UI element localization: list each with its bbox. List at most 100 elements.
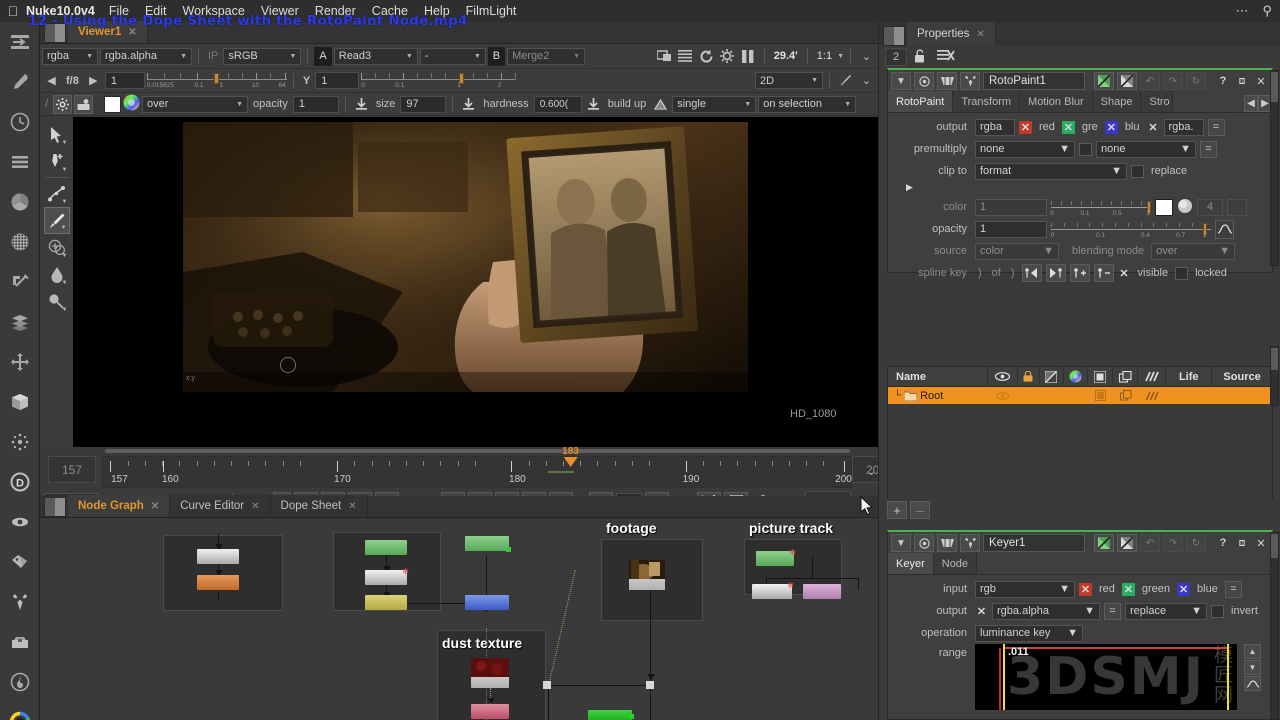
node-blue-1[interactable] xyxy=(465,595,509,610)
size-anim-icon[interactable] xyxy=(352,95,371,114)
chevron-down-icon[interactable]: ▼ xyxy=(837,53,844,60)
wipe-layout-icon[interactable] xyxy=(655,47,674,66)
keyer-input-expression-button[interactable]: = xyxy=(1224,580,1242,598)
properties-scrollbar-mid[interactable] xyxy=(1270,346,1279,406)
row-motionblur-toggle[interactable] xyxy=(1138,391,1166,401)
mask-icon-2[interactable] xyxy=(937,534,957,552)
paint-hardness-field[interactable]: 0.600( xyxy=(533,95,582,113)
opacity-animation-curve-icon[interactable] xyxy=(1215,219,1234,239)
tab-keyer[interactable]: Keyer xyxy=(888,553,934,574)
hardness-anim-icon[interactable] xyxy=(459,95,478,114)
particles-icon[interactable] xyxy=(0,422,40,462)
close-icon[interactable]: ✕ xyxy=(151,501,159,512)
brush-settings-icon[interactable] xyxy=(836,71,855,90)
premultiply-checkbox[interactable] xyxy=(1079,142,1092,156)
clipto-select[interactable]: format ▼ xyxy=(975,162,1127,180)
node-green-3[interactable]: ✻ xyxy=(756,548,796,566)
close-icon[interactable]: ✕ xyxy=(348,501,356,512)
view-mode-select[interactable]: 2D ▼ xyxy=(755,72,823,89)
alpha-channel-checkbox[interactable]: ✕ xyxy=(1147,121,1160,134)
input-mid-select[interactable]: - ▼ xyxy=(419,47,486,65)
timeline-ruler[interactable]: 157 160 170 180 190 200 183 xyxy=(102,446,852,488)
deep-d-icon[interactable]: D xyxy=(0,462,40,502)
wrench-icon[interactable] xyxy=(960,72,980,90)
premultiply-expression-button[interactable]: = xyxy=(1200,140,1217,158)
lines-layout-icon[interactable] xyxy=(676,47,695,66)
apply-to-select[interactable]: on selection ▼ xyxy=(758,95,857,113)
node-green-2[interactable] xyxy=(465,536,511,552)
keyer-invert-checkbox[interactable] xyxy=(1211,604,1224,618)
output-alpha-select[interactable]: rgba. xyxy=(1163,118,1204,136)
refresh-icon[interactable] xyxy=(697,47,716,66)
red-channel-checkbox[interactable]: ✕ xyxy=(1019,120,1032,134)
channel-layers-icon[interactable] xyxy=(0,142,40,182)
transform-move-icon[interactable] xyxy=(0,342,40,382)
source-select[interactable]: color ▼ xyxy=(975,242,1059,260)
help-icon-2[interactable]: ? xyxy=(1215,537,1231,549)
keyer-pick-icon[interactable] xyxy=(0,262,40,302)
node-pink-1[interactable] xyxy=(803,584,841,599)
timeline-expand-icon[interactable]: ⌄ xyxy=(867,465,876,478)
keyer-output-mode-select[interactable]: replace ▼ xyxy=(1125,602,1207,620)
tab-stroke[interactable]: Stro xyxy=(1141,91,1173,112)
paint-opacity-field[interactable]: 1 xyxy=(292,95,339,113)
draw-pen-icon[interactable] xyxy=(0,62,40,102)
roi-settings-icon[interactable] xyxy=(718,47,737,66)
undo-icon[interactable]: ↶ xyxy=(1140,72,1160,90)
paint-size-field[interactable]: 97 xyxy=(400,95,447,113)
stamp-preset-icon[interactable] xyxy=(74,94,93,114)
apple-logo-icon[interactable]:  xyxy=(0,3,26,19)
gain-field[interactable]: 1 xyxy=(104,72,145,89)
timeline-scrollbar[interactable] xyxy=(105,449,850,453)
keyer-node-name[interactable]: Keyer1 xyxy=(983,534,1085,552)
gain-slider[interactable]: 0.015625 0.1 1 10 64 xyxy=(146,69,287,93)
falloff-icon[interactable] xyxy=(651,95,670,114)
row-eye-toggle[interactable] xyxy=(988,391,1018,400)
expand-section-arrow-icon[interactable]: ▶ xyxy=(888,182,1272,196)
channel-select[interactable]: rgba ▼ xyxy=(42,47,98,65)
proxy-prev-icon[interactable]: ◀ xyxy=(42,71,61,90)
add-points-pen-tool[interactable]: ▼ xyxy=(44,148,70,175)
range-scroll-down-icon[interactable]: ▼ xyxy=(1244,660,1261,675)
filter-halftone-icon[interactable] xyxy=(0,222,40,262)
clone-stamp-tool[interactable]: ▼ xyxy=(44,234,70,261)
color-picker-icon[interactable] xyxy=(1177,198,1193,217)
backdrop-left[interactable] xyxy=(163,535,283,611)
curve-list-row-root[interactable]: └ Root xyxy=(888,387,1272,404)
color-swatch[interactable] xyxy=(1155,198,1173,216)
layer-select[interactable]: rgba.alpha ▼ xyxy=(100,47,192,65)
expand-toolbar-icon[interactable]: ⌄ xyxy=(857,47,876,66)
views-eye-icon[interactable] xyxy=(0,502,40,542)
clear-all-icon[interactable] xyxy=(937,49,955,65)
node-green-1[interactable] xyxy=(365,540,407,555)
menu-item-filmlight[interactable]: FilmLight xyxy=(466,4,517,18)
expand-toolbar-icon-2[interactable]: ⌄ xyxy=(857,71,876,90)
keyer-red-checkbox[interactable]: ✕ xyxy=(1079,582,1092,596)
add-spline-key-icon[interactable] xyxy=(1069,264,1090,282)
close-icon[interactable]: ✕ xyxy=(976,29,984,40)
properties-count-field[interactable]: 2 xyxy=(885,48,907,66)
node-grey-2[interactable]: ✻ xyxy=(752,581,794,599)
more-dots-icon[interactable]: ⋯ xyxy=(1235,3,1248,19)
toolsets-box-icon[interactable] xyxy=(0,622,40,662)
tab-shape[interactable]: Shape xyxy=(1092,91,1142,112)
col-lock-icon[interactable] xyxy=(1018,366,1040,387)
other-wrench-icon[interactable] xyxy=(0,582,40,622)
collapse-arrow-icon[interactable]: ▼ xyxy=(891,72,911,90)
close-icon[interactable]: ✕ xyxy=(1253,75,1269,88)
lifetime-select[interactable]: single ▼ xyxy=(672,95,757,113)
collapse-arrow-icon-2[interactable]: ▼ xyxy=(891,534,911,552)
node-green-bright[interactable] xyxy=(588,710,634,720)
colorwheel-icon[interactable] xyxy=(0,702,40,720)
premultiply-select[interactable]: none ▼ xyxy=(975,140,1075,158)
float-window-icon-2[interactable]: ⧈ xyxy=(1234,537,1250,550)
green-channel-checkbox[interactable]: ✕ xyxy=(1061,120,1075,134)
revert-icon[interactable]: ↻ xyxy=(1186,72,1206,90)
close-icon[interactable]: ✕ xyxy=(251,501,259,512)
revert-icon-2[interactable]: ↻ xyxy=(1186,534,1206,552)
proxy-next-icon[interactable]: ▶ xyxy=(84,71,103,90)
viewer-connect-icon-2[interactable] xyxy=(914,534,934,552)
paint-color-swatch[interactable] xyxy=(104,95,121,113)
scrollbar-thumb-3[interactable] xyxy=(1271,534,1278,558)
disable-toggle-icon[interactable] xyxy=(1117,72,1137,90)
